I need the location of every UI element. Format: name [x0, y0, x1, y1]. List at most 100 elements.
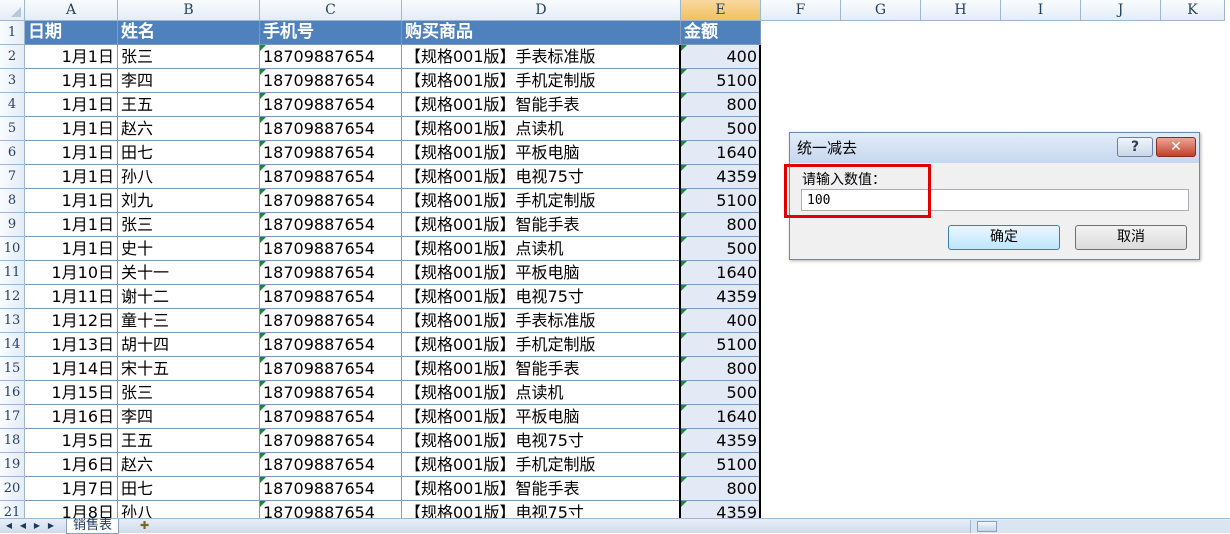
cell-name[interactable]: 张三 — [118, 381, 260, 405]
cell-amount[interactable]: 1640 — [681, 141, 761, 165]
cell-date[interactable]: 1月10日 — [25, 261, 118, 285]
cell-phone[interactable]: 18709887654 — [260, 237, 402, 261]
cell-name[interactable]: 谢十二 — [118, 285, 260, 309]
cell-date[interactable]: 1月11日 — [25, 285, 118, 309]
cell-phone[interactable]: 18709887654 — [260, 165, 402, 189]
cell-product[interactable]: 【规格001版】手表标准版 — [402, 45, 681, 69]
cell-name[interactable]: 张三 — [118, 45, 260, 69]
cell-amount[interactable]: 800 — [681, 477, 761, 501]
cell-name[interactable]: 李四 — [118, 69, 260, 93]
column-header-f[interactable]: F — [761, 0, 841, 21]
insert-sheet-icon[interactable]: ✚ — [140, 519, 180, 534]
header-amount[interactable]: 金额 — [681, 21, 761, 45]
value-input[interactable] — [801, 189, 1189, 211]
cell-product[interactable]: 【规格001版】平板电脑 — [402, 261, 681, 285]
cell-product[interactable]: 【规格001版】点读机 — [402, 117, 681, 141]
column-header-i[interactable]: I — [1001, 0, 1081, 21]
cell-date[interactable]: 1月1日 — [25, 45, 118, 69]
next-sheet-icon[interactable]: ▶ — [30, 520, 44, 532]
cell-product[interactable]: 【规格001版】手机定制版 — [402, 453, 681, 477]
cell-amount[interactable]: 1640 — [681, 261, 761, 285]
cell-date[interactable]: 1月1日 — [25, 141, 118, 165]
cancel-button[interactable]: 取消 — [1075, 225, 1187, 250]
help-button[interactable]: ? — [1117, 137, 1153, 157]
cell-date[interactable]: 1月1日 — [25, 237, 118, 261]
cell-amount[interactable]: 400 — [681, 309, 761, 333]
cell-phone[interactable]: 18709887654 — [260, 93, 402, 117]
cell-amount[interactable]: 4359 — [681, 165, 761, 189]
cell-product[interactable]: 【规格001版】电视75寸 — [402, 165, 681, 189]
cell-name[interactable]: 李四 — [118, 405, 260, 429]
cell-phone[interactable]: 18709887654 — [260, 45, 402, 69]
cell-amount[interactable]: 800 — [681, 93, 761, 117]
prev-sheet-icon[interactable]: ◀ — [16, 520, 30, 532]
cell-product[interactable]: 【规格001版】电视75寸 — [402, 501, 681, 518]
row-header[interactable]: 19 — [0, 453, 25, 477]
cell-amount[interactable]: 800 — [681, 213, 761, 237]
cell-product[interactable]: 【规格001版】平板电脑 — [402, 405, 681, 429]
cell-product[interactable]: 【规格001版】智能手表 — [402, 213, 681, 237]
cell-amount[interactable]: 1640 — [681, 405, 761, 429]
cell-product[interactable]: 【规格001版】手机定制版 — [402, 189, 681, 213]
cell-name[interactable]: 王五 — [118, 93, 260, 117]
cell-name[interactable]: 胡十四 — [118, 333, 260, 357]
cell-name[interactable]: 孙八 — [118, 501, 260, 518]
row-header[interactable]: 11 — [0, 261, 25, 285]
row-header[interactable]: 14 — [0, 333, 25, 357]
cell-name[interactable]: 田七 — [118, 141, 260, 165]
cell-name[interactable]: 孙八 — [118, 165, 260, 189]
cell-name[interactable]: 宋十五 — [118, 357, 260, 381]
row-header[interactable]: 16 — [0, 381, 25, 405]
cell-phone[interactable]: 18709887654 — [260, 477, 402, 501]
cell-product[interactable]: 【规格001版】智能手表 — [402, 93, 681, 117]
cell-name[interactable]: 关十一 — [118, 261, 260, 285]
cell-date[interactable]: 1月15日 — [25, 381, 118, 405]
cell-amount[interactable]: 4359 — [681, 285, 761, 309]
cell-product[interactable]: 【规格001版】点读机 — [402, 237, 681, 261]
cell-name[interactable]: 赵六 — [118, 117, 260, 141]
column-header-d[interactable]: D — [402, 0, 681, 21]
header-product[interactable]: 购买商品 — [402, 21, 681, 45]
row-header[interactable]: 8 — [0, 189, 25, 213]
row-header[interactable]: 6 — [0, 141, 25, 165]
cell-phone[interactable]: 18709887654 — [260, 285, 402, 309]
cell-name[interactable]: 张三 — [118, 213, 260, 237]
cell-amount[interactable]: 5100 — [681, 453, 761, 477]
cell-amount[interactable]: 5100 — [681, 69, 761, 93]
cell-phone[interactable]: 18709887654 — [260, 453, 402, 477]
row-header-1[interactable]: 1 — [0, 21, 25, 45]
sheet-tab-sales[interactable]: 销售表 — [66, 519, 120, 534]
cell-amount[interactable]: 4359 — [681, 429, 761, 453]
cell-date[interactable]: 1月12日 — [25, 309, 118, 333]
cell-product[interactable]: 【规格001版】智能手表 — [402, 357, 681, 381]
cell-phone[interactable]: 18709887654 — [260, 429, 402, 453]
cell-amount[interactable]: 5100 — [681, 189, 761, 213]
cell-phone[interactable]: 18709887654 — [260, 189, 402, 213]
column-header-b[interactable]: B — [118, 0, 260, 21]
cell-product[interactable]: 【规格001版】电视75寸 — [402, 429, 681, 453]
header-phone[interactable]: 手机号 — [260, 21, 402, 45]
horizontal-scrollbar[interactable] — [970, 520, 1230, 533]
cell-phone[interactable]: 18709887654 — [260, 381, 402, 405]
row-header[interactable]: 13 — [0, 309, 25, 333]
row-header[interactable]: 4 — [0, 93, 25, 117]
cell-phone[interactable]: 18709887654 — [260, 357, 402, 381]
row-header[interactable]: 20 — [0, 477, 25, 501]
cell-amount[interactable]: 500 — [681, 381, 761, 405]
cell-product[interactable]: 【规格001版】点读机 — [402, 381, 681, 405]
header-name[interactable]: 姓名 — [118, 21, 260, 45]
row-header[interactable]: 21 — [0, 501, 25, 518]
cell-product[interactable]: 【规格001版】手表标准版 — [402, 309, 681, 333]
cell-phone[interactable]: 18709887654 — [260, 309, 402, 333]
cell-phone[interactable]: 18709887654 — [260, 213, 402, 237]
cell-date[interactable]: 1月5日 — [25, 429, 118, 453]
cell-phone[interactable]: 18709887654 — [260, 117, 402, 141]
cell-date[interactable]: 1月1日 — [25, 213, 118, 237]
close-button[interactable]: ✕ — [1156, 137, 1196, 157]
row-header[interactable]: 9 — [0, 213, 25, 237]
cell-date[interactable]: 1月16日 — [25, 405, 118, 429]
cell-name[interactable]: 刘九 — [118, 189, 260, 213]
cell-amount[interactable]: 500 — [681, 237, 761, 261]
scroll-thumb[interactable] — [977, 521, 997, 532]
cell-product[interactable]: 【规格001版】平板电脑 — [402, 141, 681, 165]
